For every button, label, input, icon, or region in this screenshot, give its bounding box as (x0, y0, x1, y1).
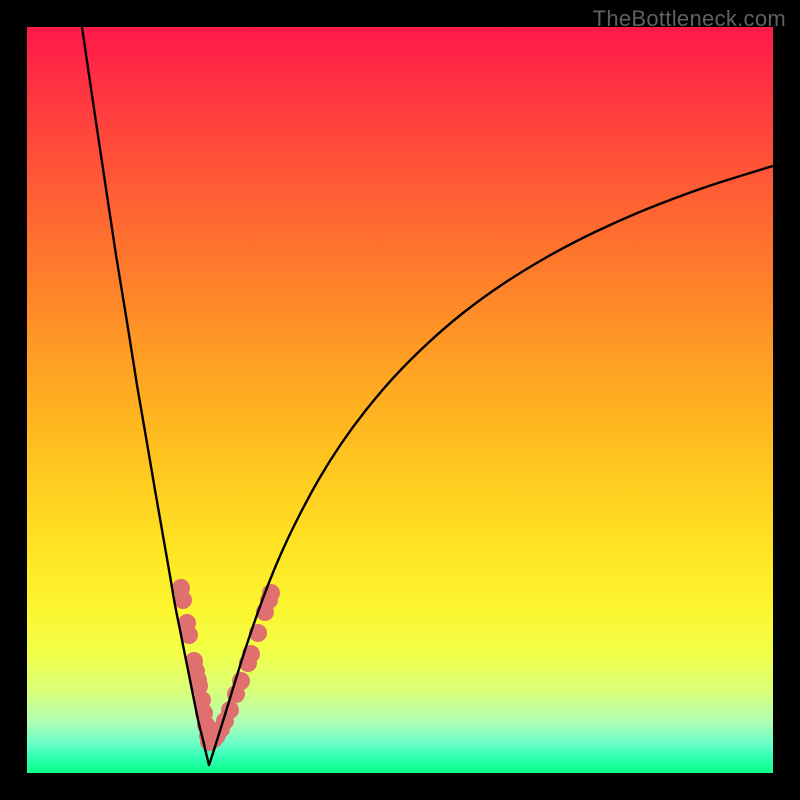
curve-layer (27, 27, 773, 773)
plot-area (27, 27, 773, 773)
chart-frame: TheBottleneck.com (0, 0, 800, 800)
watermark-text: TheBottleneck.com (593, 6, 786, 32)
data-marker (174, 591, 192, 609)
right-branch-curve (209, 166, 773, 765)
